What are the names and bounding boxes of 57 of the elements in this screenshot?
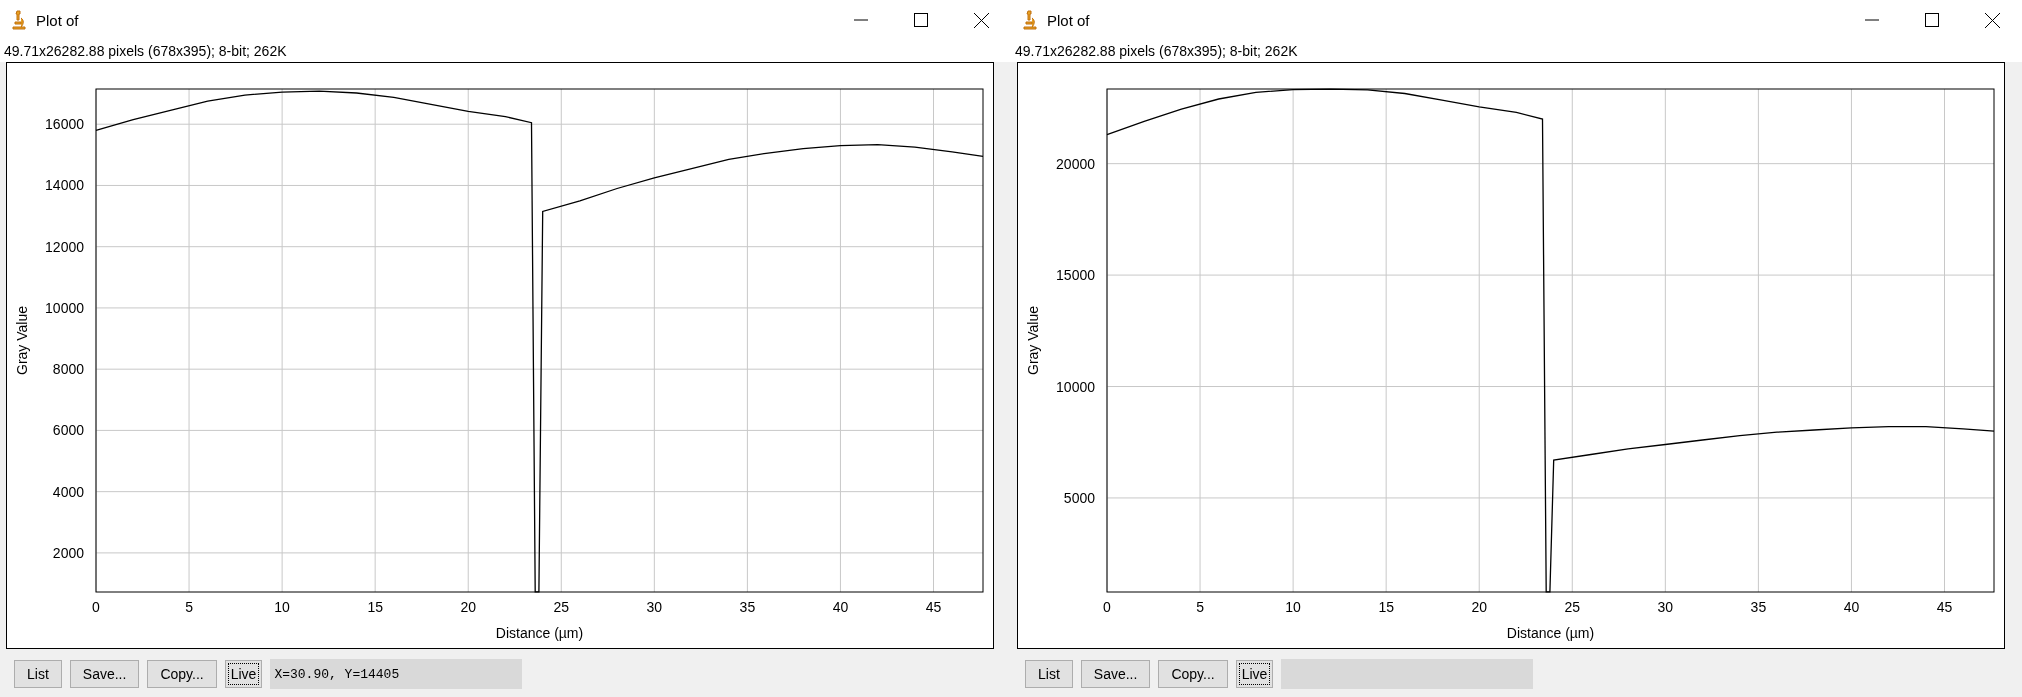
image-info-text: 49.71x26282.88 pixels (678x395); 8-bit; 262K <box>1015 43 1298 59</box>
toolbar-button[interactable]: Save... <box>69 660 140 688</box>
axis-tick-label: 5 <box>1196 599 1204 615</box>
axis-tick-label: 30 <box>646 599 663 615</box>
axis-tick-label: 10000 <box>1056 378 1095 395</box>
axis-tick-label: 35 <box>739 599 756 615</box>
axis-tick-label: 8000 <box>52 361 84 378</box>
axis-tick-label: 6000 <box>52 422 84 439</box>
axis-title: Distance (µm) <box>495 625 584 641</box>
axis-tick-label: 10 <box>1285 599 1301 615</box>
window-title: Plot of <box>36 11 80 29</box>
axis-tick-label: 5000 <box>1063 489 1095 506</box>
axis-tick-label: 10 <box>274 599 290 615</box>
maximize-icon <box>1925 13 1939 27</box>
close-icon <box>973 12 989 28</box>
axis-tick-label: 20 <box>460 599 476 615</box>
axis-tick-label: 15 <box>367 599 383 615</box>
axis-tick-label: 0 <box>92 599 100 615</box>
image-info-text: 49.71x26282.88 pixels (678x395); 8-bit; 262K <box>4 43 287 59</box>
axis-tick-label: 12000 <box>45 238 84 255</box>
axis-tick-label: 5 <box>185 599 193 615</box>
microscope-icon <box>1023 10 1037 30</box>
axis-tick-label: 25 <box>553 599 570 615</box>
microscope-icon <box>12 10 26 30</box>
axis-tick-label: 45 <box>1936 599 1953 615</box>
axis-tick-label: 4000 <box>52 483 84 500</box>
axis-tick-label: 30 <box>1657 599 1674 615</box>
axis-tick-label: 20000 <box>1056 155 1095 172</box>
axis-title: Distance (µm) <box>1506 625 1595 641</box>
toolbar-button[interactable]: Copy... <box>1158 660 1228 688</box>
axis-tick-label: 45 <box>925 599 942 615</box>
toolbar-button[interactable]: List <box>1025 660 1073 688</box>
maximize-icon <box>914 13 928 27</box>
axis-tick-label: 35 <box>1750 599 1767 615</box>
axis-title: Gray Value <box>14 306 30 375</box>
axis-tick-label: 15 <box>1378 599 1394 615</box>
toolbar-button[interactable]: List <box>14 660 62 688</box>
toolbar-button[interactable]: Live <box>224 660 263 688</box>
axis-tick-label: 40 <box>832 599 849 615</box>
axis-tick-label: 25 <box>1564 599 1581 615</box>
axis-title: Gray Value <box>1025 306 1041 375</box>
axis-tick-label: 16000 <box>45 116 84 133</box>
toolbar-button[interactable]: Save... <box>1080 660 1151 688</box>
toolbar-button[interactable]: Copy... <box>147 660 217 688</box>
close-icon <box>1984 12 2000 28</box>
toolbar-button[interactable]: Live <box>1235 660 1274 688</box>
window-title: Plot of <box>1047 11 1091 29</box>
axis-tick-label: 40 <box>1843 599 1860 615</box>
axis-tick-label: 10000 <box>45 299 84 316</box>
minimize-icon <box>1865 19 1879 21</box>
axis-tick-label: 0 <box>1103 599 1111 615</box>
coordinates-field: X=30.90, Y=14405 <box>270 659 523 689</box>
axis-tick-label: 15000 <box>1056 267 1095 284</box>
axis-tick-label: 2000 <box>52 544 84 561</box>
minimize-icon <box>854 19 868 21</box>
axis-tick-label: 20 <box>1471 599 1487 615</box>
axis-tick-label: 14000 <box>45 177 84 194</box>
